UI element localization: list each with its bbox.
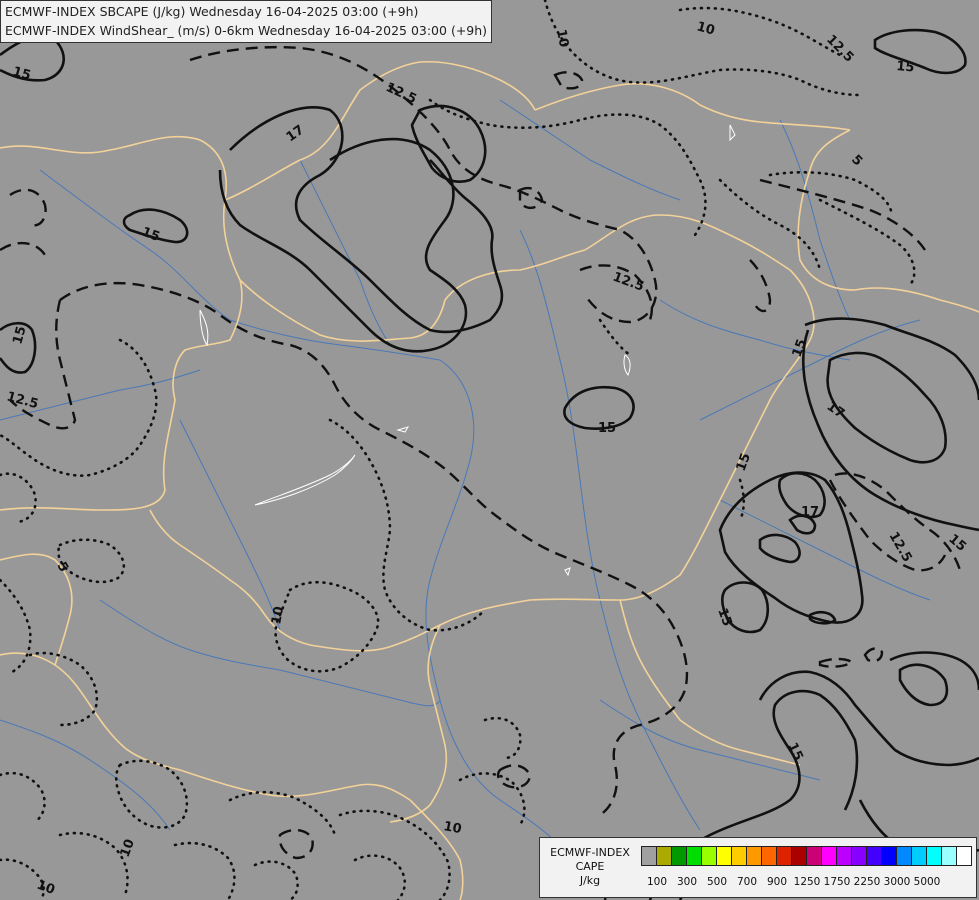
- legend-tick-label: 700: [736, 876, 758, 888]
- contour-label: 15: [896, 59, 915, 76]
- legend-swatch: [851, 846, 867, 866]
- title-windshear: ECMWF-INDEX WindShear_ (m/s) 0-6km Wedne…: [5, 23, 488, 38]
- legend-tick-label: 300: [676, 876, 698, 888]
- legend-tick-label: 3000: [883, 876, 911, 888]
- legend-swatch: [821, 846, 837, 866]
- legend-swatch: [656, 846, 672, 866]
- legend-tick-label: 500: [706, 876, 728, 888]
- legend-swatch: [761, 846, 777, 866]
- legend-swatch: [776, 846, 792, 866]
- contour-label: 10: [553, 28, 571, 48]
- legend-swatch: [896, 846, 912, 866]
- legend-swatch: [671, 846, 687, 866]
- legend-swatch: [746, 846, 762, 866]
- legend-title-unit: J/kg: [579, 874, 601, 887]
- title-cape: ECMWF-INDEX SBCAPE (J/kg) Wednesday 16-0…: [5, 4, 419, 19]
- legend-tick-label: 900: [766, 876, 788, 888]
- weather-map: 15 10 10 12.5 15 12.5 17 5 15 15 12.5 12…: [0, 0, 979, 900]
- legend-swatch: [926, 846, 942, 866]
- legend-swatch: [641, 846, 657, 866]
- legend-swatch: [911, 846, 927, 866]
- contour-label: 10: [269, 605, 287, 625]
- legend-tick-label: 1250: [793, 876, 821, 888]
- legend-swatch: [881, 846, 897, 866]
- legend-swatch: [791, 846, 807, 866]
- legend-swatch: [941, 846, 957, 866]
- map-title-box: ECMWF-INDEX SBCAPE (J/kg) Wednesday 16-0…: [0, 0, 493, 43]
- legend-swatch: [686, 846, 702, 866]
- legend-swatch: [956, 846, 972, 866]
- contour-label: 17: [801, 505, 819, 520]
- legend-swatch: [701, 846, 717, 866]
- legend-tick-label: 100: [646, 876, 668, 888]
- legend-swatch: [806, 846, 822, 866]
- legend-swatch: [731, 846, 747, 866]
- legend-title-param: CAPE: [575, 860, 605, 873]
- legend-ticks: 100 300 500 700 900 1250 1750 2250 3000 5000: [641, 876, 971, 890]
- map-background: [0, 0, 979, 900]
- legend-tick-label: 2250: [853, 876, 881, 888]
- contour-label: 10: [442, 819, 462, 837]
- legend-colorbar: [641, 846, 972, 866]
- legend-swatch: [866, 846, 882, 866]
- cape-legend: ECMWF-INDEX CAPE J/kg 100 300 500 700 900 125…: [539, 837, 977, 898]
- legend-title-model: ECMWF-INDEX: [550, 846, 630, 859]
- contour-label: 15: [598, 421, 616, 436]
- legend-tick-label: 5000: [913, 876, 941, 888]
- legend-tick-label: 1750: [823, 876, 851, 888]
- legend-swatch: [716, 846, 732, 866]
- legend-swatch: [836, 846, 852, 866]
- legend-title: ECMWF-INDEX CAPE J/kg: [544, 846, 636, 888]
